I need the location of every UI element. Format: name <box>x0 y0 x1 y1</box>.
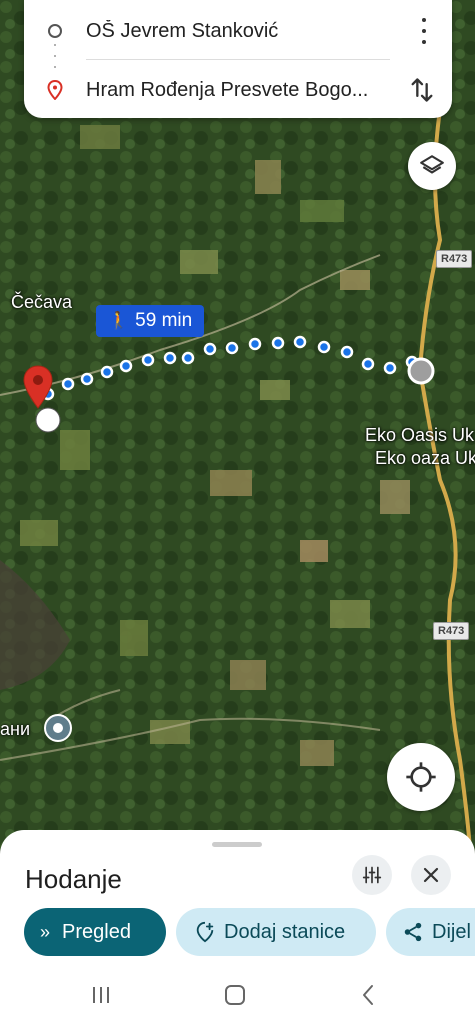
add-stops-label: Dodaj stanice <box>224 920 346 943</box>
filter-button[interactable] <box>352 855 392 895</box>
swap-vert-icon[interactable] <box>408 76 436 104</box>
map-view[interactable]: 🚶 59 min Čečava Eko Oasis Uk Eko oaza Uk… <box>0 0 475 850</box>
overview-button[interactable]: » Pregled <box>24 908 166 956</box>
origin-row[interactable]: OŠ Jevrem Stanković <box>24 6 452 56</box>
close-button[interactable] <box>411 855 451 895</box>
back-icon[interactable] <box>356 982 382 1008</box>
overview-label: Pregled <box>62 920 131 943</box>
start-marker[interactable] <box>406 356 436 386</box>
recents-icon[interactable] <box>88 982 114 1008</box>
tune-icon <box>362 866 382 884</box>
my-location-icon <box>406 762 436 792</box>
place-label-cecava[interactable]: Čečava <box>11 292 72 313</box>
road-shield-r473-top: R473 <box>436 250 473 268</box>
location-pin-icon[interactable] <box>22 364 54 410</box>
destination-row[interactable]: Hram Rođenja Presvete Bogo... <box>24 65 452 115</box>
close-icon <box>423 867 439 883</box>
system-nav-bar <box>0 968 475 1024</box>
route-divider <box>86 59 390 60</box>
origin-ring-icon <box>48 24 62 38</box>
more-vert-icon[interactable] <box>416 18 432 44</box>
double-chevron-icon: » <box>40 921 51 942</box>
duration-label[interactable]: 🚶 59 min <box>96 305 205 337</box>
destination-input[interactable]: Hram Rođenja Presvete Bogo... <box>86 79 398 102</box>
location-pin-icon <box>47 80 63 100</box>
layers-icon <box>420 155 444 174</box>
place-label-eko-oasis[interactable]: Eko Oasis Uk <box>365 425 474 446</box>
place-label-ani[interactable]: ани <box>0 719 30 740</box>
my-location-button[interactable] <box>387 743 455 811</box>
origin-input[interactable]: OŠ Jevrem Stanković <box>86 20 398 43</box>
share-button[interactable]: Dijel <box>386 908 475 956</box>
walk-icon: 🚶 <box>108 311 130 330</box>
add-stops-button[interactable]: Dodaj stanice <box>176 908 376 956</box>
duration-text: 59 min <box>135 310 193 331</box>
share-label: Dijel <box>432 920 471 943</box>
road-shield-r473-bottom: R473 <box>433 622 470 640</box>
action-chips: » Pregled Dodaj stanice Dijel <box>24 908 475 956</box>
share-icon <box>404 922 422 942</box>
poi-marker-icon[interactable] <box>43 713 73 743</box>
sheet-drag-handle[interactable] <box>212 842 262 847</box>
add-location-icon <box>196 921 214 943</box>
home-icon[interactable] <box>222 982 248 1008</box>
route-card: OŠ Jevrem Stanković Hram Rođenja Presvet… <box>24 0 452 118</box>
sheet-title: Hodanje <box>25 864 122 894</box>
place-label-eko-oaza[interactable]: Eko oaza Uk <box>375 448 475 469</box>
layers-button[interactable] <box>408 142 456 190</box>
